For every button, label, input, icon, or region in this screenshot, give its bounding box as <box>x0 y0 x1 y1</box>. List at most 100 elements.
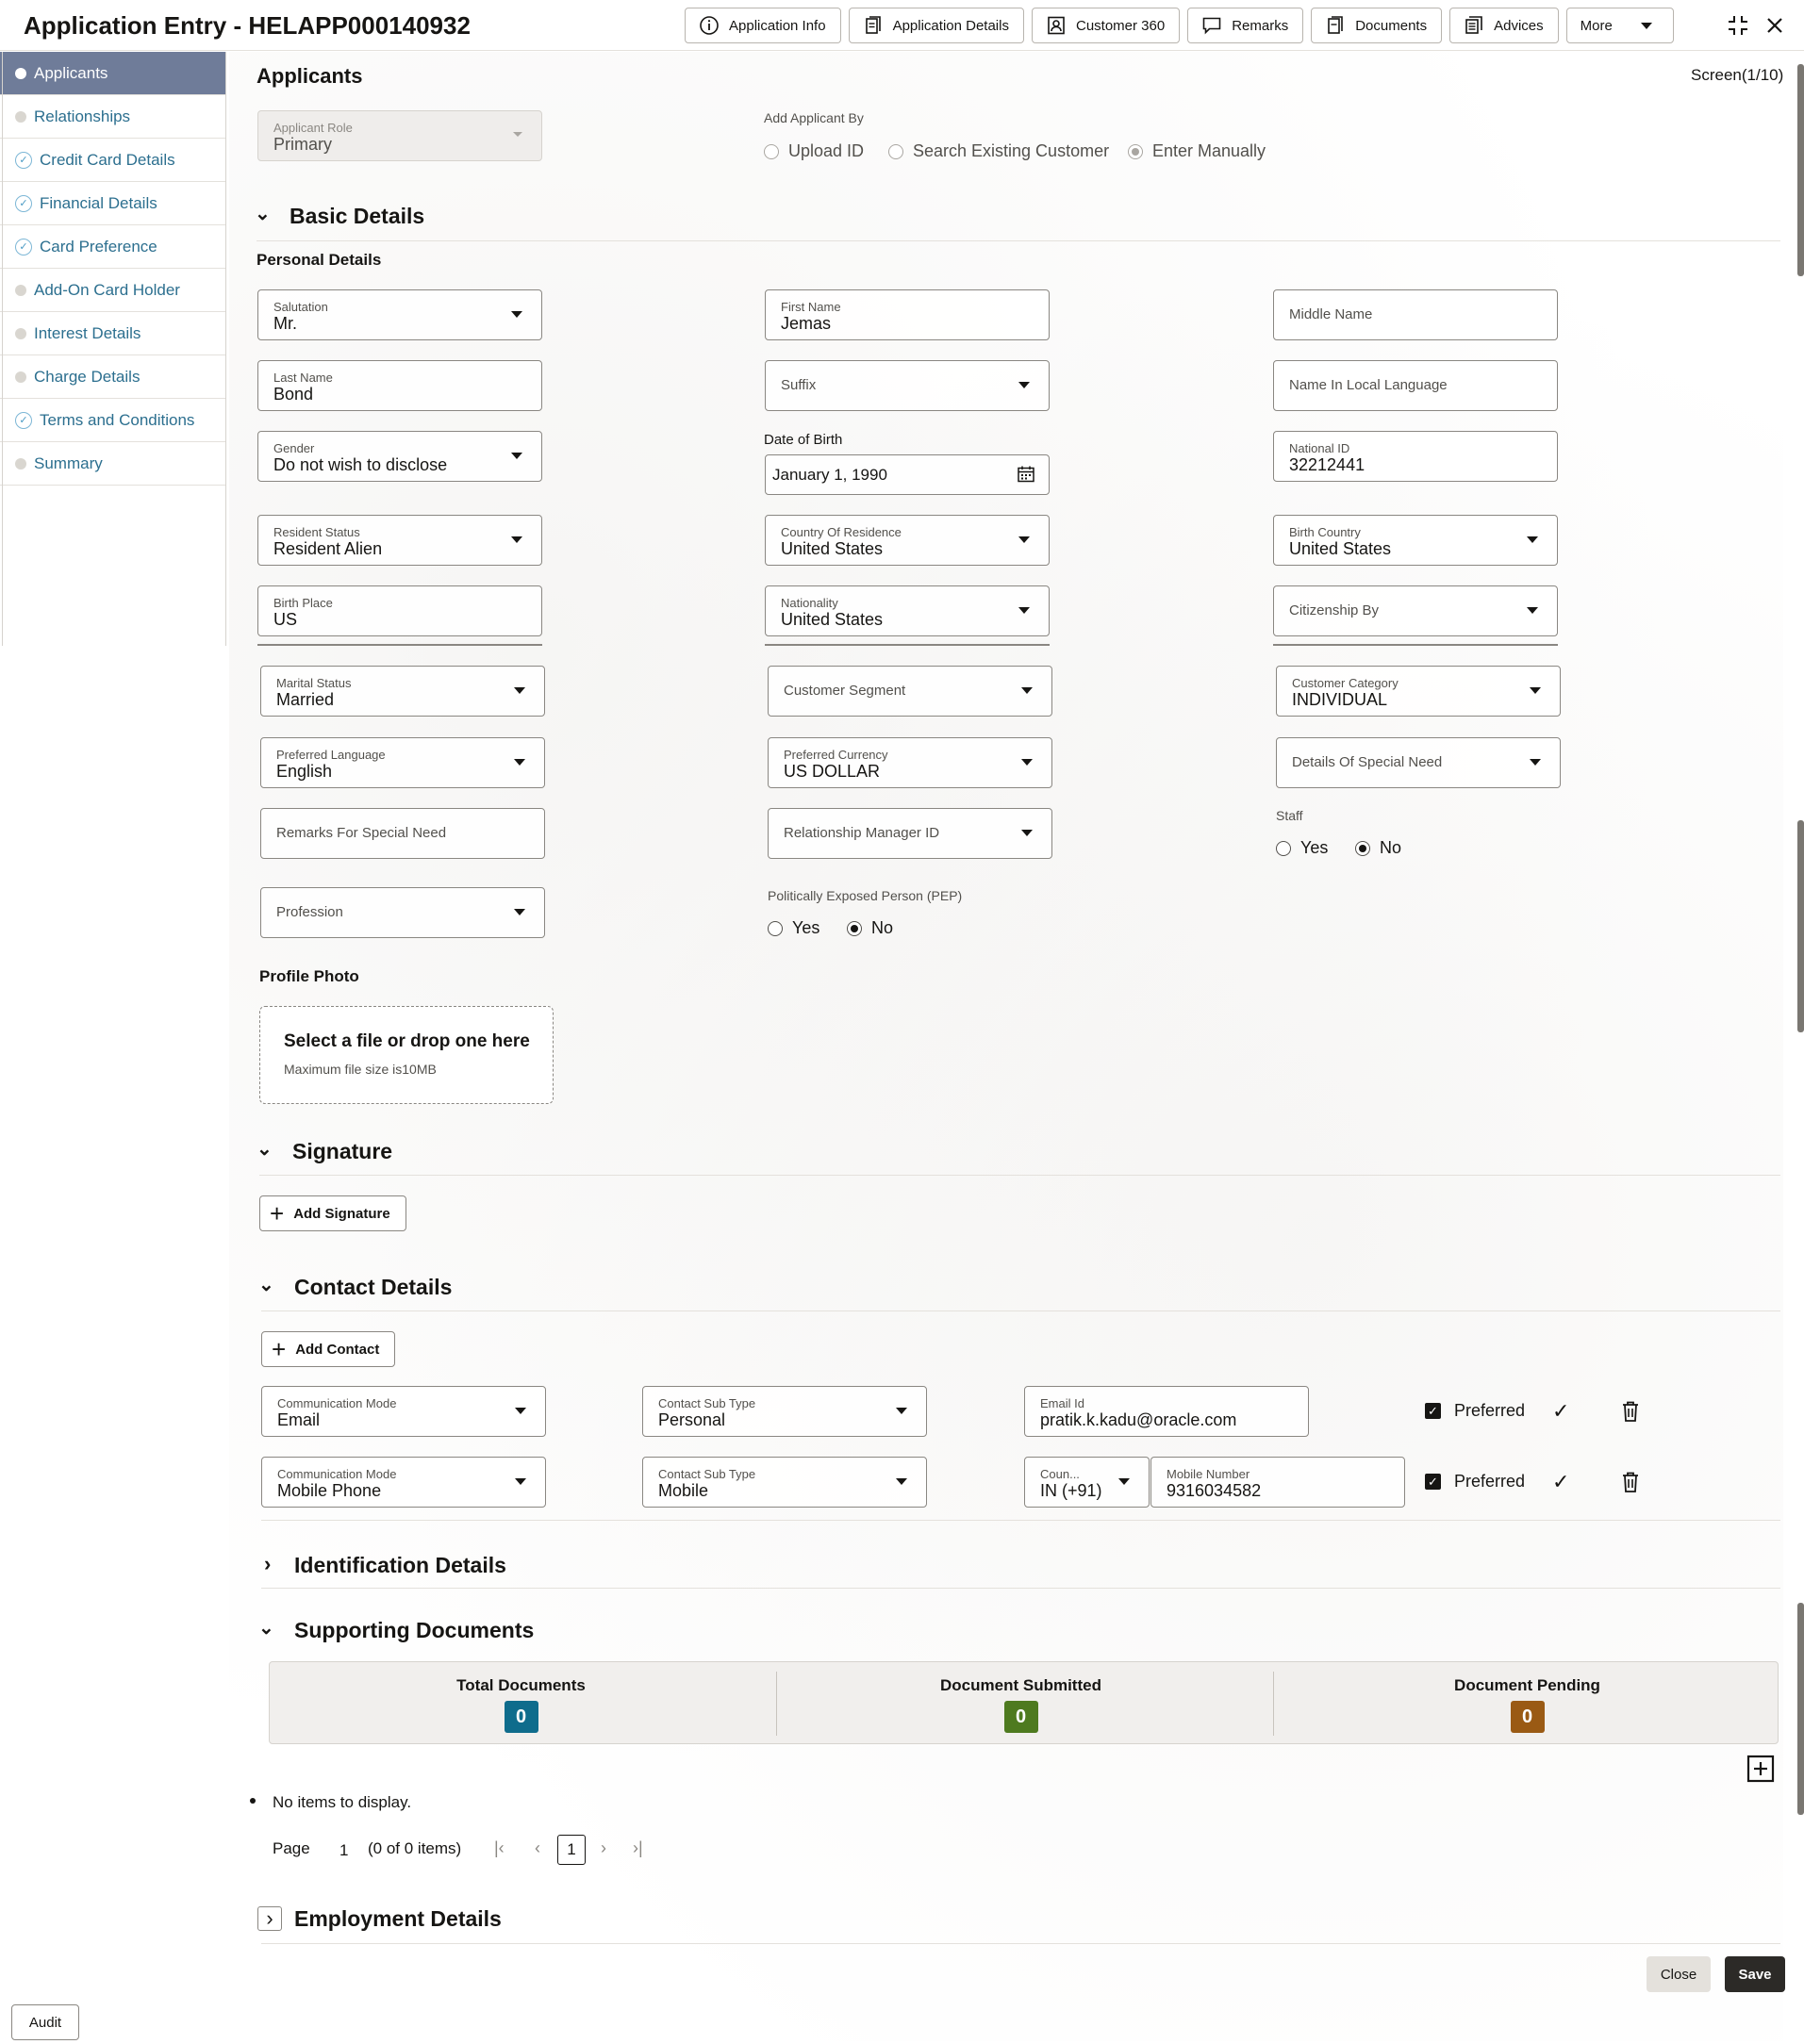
salutation-select[interactable]: Salutation Mr. <box>257 289 542 340</box>
close-icon[interactable] <box>1763 13 1786 43</box>
section-heading-contact-details[interactable]: Contact Details <box>294 1275 452 1300</box>
sidebar-item-relationships[interactable]: Relationships <box>0 95 225 139</box>
pager-page-input[interactable]: 1 <box>339 1841 348 1860</box>
sidebar-item-financial-details[interactable]: ✓ Financial Details <box>0 182 225 225</box>
preferred-language-select[interactable]: Preferred Language English <box>260 737 545 788</box>
birth-country-select[interactable]: Birth Country United States <box>1273 515 1558 566</box>
sidebar-item-add-on-card-holder[interactable]: Add-On Card Holder <box>0 269 225 312</box>
audit-button[interactable]: Audit <box>11 2004 79 2040</box>
add-document-icon[interactable] <box>1746 1755 1775 1788</box>
gender-select[interactable]: Gender Do not wish to disclose <box>257 431 542 482</box>
first-page-icon[interactable]: |‹ <box>494 1838 505 1858</box>
remarks-button[interactable]: Remarks <box>1187 8 1304 43</box>
email-id-input[interactable]: Email Id pratik.k.kadu@oracle.com <box>1024 1386 1309 1437</box>
trash-icon[interactable] <box>1620 1471 1641 1499</box>
close-button[interactable]: Close <box>1647 1956 1711 1992</box>
birth-place-input[interactable]: Birth Place US <box>257 585 542 636</box>
confirm-check-icon[interactable]: ✓ <box>1552 1470 1569 1494</box>
chevron-down-icon[interactable]: ⌄ <box>255 202 271 225</box>
last-name-input[interactable]: Last Name Bond <box>257 360 542 411</box>
chevron-right-icon[interactable]: › <box>257 1906 282 1931</box>
marital-status-select[interactable]: Marital Status Married <box>260 666 545 717</box>
sidebar-item-terms-and-conditions[interactable]: ✓ Terms and Conditions <box>0 399 225 442</box>
radio-enter-manually[interactable]: Enter Manually <box>1128 141 1266 161</box>
section-heading-signature[interactable]: Signature <box>292 1139 392 1164</box>
sidebar-item-credit-card-details[interactable]: ✓ Credit Card Details <box>0 139 225 182</box>
radio-upload-id[interactable]: Upload ID <box>764 141 864 161</box>
sidebar-item-interest-details[interactable]: Interest Details <box>0 312 225 355</box>
special-need-select[interactable]: Details Of Special Need <box>1276 737 1561 788</box>
scrollbar-thumb[interactable] <box>1797 820 1804 1032</box>
dropdown-arrow-icon <box>1527 536 1538 543</box>
customer-360-button[interactable]: Customer 360 <box>1031 8 1181 43</box>
sidebar-item-applicants[interactable]: Applicants <box>0 52 225 95</box>
preferred-checkbox[interactable]: ✓ Preferred <box>1425 1472 1525 1492</box>
date-of-birth-input[interactable]: January 1, 1990 <box>765 454 1050 495</box>
contact-sub-type-select[interactable]: Contact Sub Type Mobile <box>642 1457 927 1508</box>
preferred-checkbox[interactable]: ✓ Preferred <box>1425 1401 1525 1421</box>
customer-segment-select[interactable]: Customer Segment <box>768 666 1052 717</box>
communication-mode-select[interactable]: Communication Mode Email <box>261 1386 546 1437</box>
chevron-down-icon[interactable]: ⌄ <box>258 1273 274 1296</box>
dropzone-title: Select a file or drop one here <box>284 1031 530 1051</box>
chevron-down-icon[interactable]: ⌄ <box>258 1616 274 1640</box>
mobile-number-input[interactable]: Mobile Number 9316034582 <box>1150 1457 1405 1508</box>
scrollbar-thumb[interactable] <box>1797 64 1804 276</box>
profession-select[interactable]: Profession <box>260 887 545 938</box>
scrollbar-thumb[interactable] <box>1797 1603 1804 1815</box>
application-details-button[interactable]: Application Details <box>848 8 1024 43</box>
step-complete-icon: ✓ <box>15 238 32 256</box>
radio-search-existing-customer[interactable]: Search Existing Customer <box>888 141 1109 161</box>
radio-pep-no[interactable]: No <box>847 918 893 938</box>
last-page-icon[interactable]: ›| <box>633 1838 643 1858</box>
application-info-button[interactable]: Application Info <box>685 8 841 43</box>
profile-photo-dropzone[interactable]: Select a file or drop one here Maximum f… <box>259 1006 554 1104</box>
document-summary-panel: Total Documents 0 Document Submitted 0 D… <box>269 1661 1779 1744</box>
section-heading-basic-details[interactable]: Basic Details <box>290 204 424 229</box>
section-heading-supporting-documents[interactable]: Supporting Documents <box>294 1618 534 1643</box>
radio-staff-yes[interactable]: Yes <box>1276 838 1328 858</box>
section-heading-employment-details[interactable]: Employment Details <box>294 1906 502 1932</box>
dropdown-arrow-icon <box>514 687 525 694</box>
calendar-icon[interactable] <box>1017 465 1035 488</box>
communication-mode-select[interactable]: Communication Mode Mobile Phone <box>261 1457 546 1508</box>
field-value: Resident Alien <box>273 539 383 558</box>
pager-current-page[interactable]: 1 <box>557 1835 586 1865</box>
sidebar-item-charge-details[interactable]: Charge Details <box>0 355 225 399</box>
add-contact-button[interactable]: + Add Contact <box>261 1331 396 1367</box>
country-code-select[interactable]: Coun... IN (+91) <box>1024 1457 1150 1508</box>
trash-icon[interactable] <box>1620 1400 1641 1428</box>
save-button[interactable]: Save <box>1725 1956 1785 1992</box>
documents-button[interactable]: Documents <box>1311 8 1443 43</box>
citizenship-by-select[interactable]: Citizenship By <box>1273 585 1558 636</box>
nationality-select[interactable]: Nationality United States <box>765 585 1050 636</box>
radio-pep-yes[interactable]: Yes <box>768 918 819 938</box>
middle-name-input[interactable]: Middle Name <box>1273 289 1558 340</box>
national-id-input[interactable]: National ID 32212441 <box>1273 431 1558 482</box>
relationship-manager-id-select[interactable]: Relationship Manager ID <box>768 808 1052 859</box>
section-heading-identification-details[interactable]: Identification Details <box>294 1553 506 1578</box>
advices-button[interactable]: Advices <box>1449 8 1559 43</box>
document-submitted-stat: Document Submitted 0 <box>779 1662 1263 1745</box>
suffix-select[interactable]: Suffix <box>765 360 1050 411</box>
local-language-name-input[interactable]: Name In Local Language <box>1273 360 1558 411</box>
resident-status-select[interactable]: Resident Status Resident Alien <box>257 515 542 566</box>
minimize-icon[interactable] <box>1726 13 1750 43</box>
remarks-special-need-input[interactable]: Remarks For Special Need <box>260 808 545 859</box>
more-button[interactable]: More <box>1565 8 1674 43</box>
customer-category-select[interactable]: Customer Category INDIVIDUAL <box>1276 666 1561 717</box>
chevron-down-icon[interactable]: ⌄ <box>257 1137 273 1161</box>
next-page-icon[interactable]: › <box>601 1838 606 1858</box>
sidebar-item-summary[interactable]: Summary <box>0 442 225 486</box>
previous-page-icon[interactable]: ‹ <box>535 1838 540 1858</box>
chevron-right-icon[interactable]: › <box>264 1552 271 1576</box>
confirm-check-icon[interactable]: ✓ <box>1552 1399 1569 1424</box>
sidebar-item-card-preference[interactable]: ✓ Card Preference <box>0 225 225 269</box>
contact-sub-type-select[interactable]: Contact Sub Type Personal <box>642 1386 927 1437</box>
preferred-currency-select[interactable]: Preferred Currency US DOLLAR <box>768 737 1052 788</box>
radio-staff-no[interactable]: No <box>1355 838 1401 858</box>
first-name-input[interactable]: First Name Jemas <box>765 289 1050 340</box>
add-signature-button[interactable]: + Add Signature <box>259 1195 406 1231</box>
country-of-residence-select[interactable]: Country Of Residence United States <box>765 515 1050 566</box>
stat-badge: 0 <box>504 1701 538 1733</box>
